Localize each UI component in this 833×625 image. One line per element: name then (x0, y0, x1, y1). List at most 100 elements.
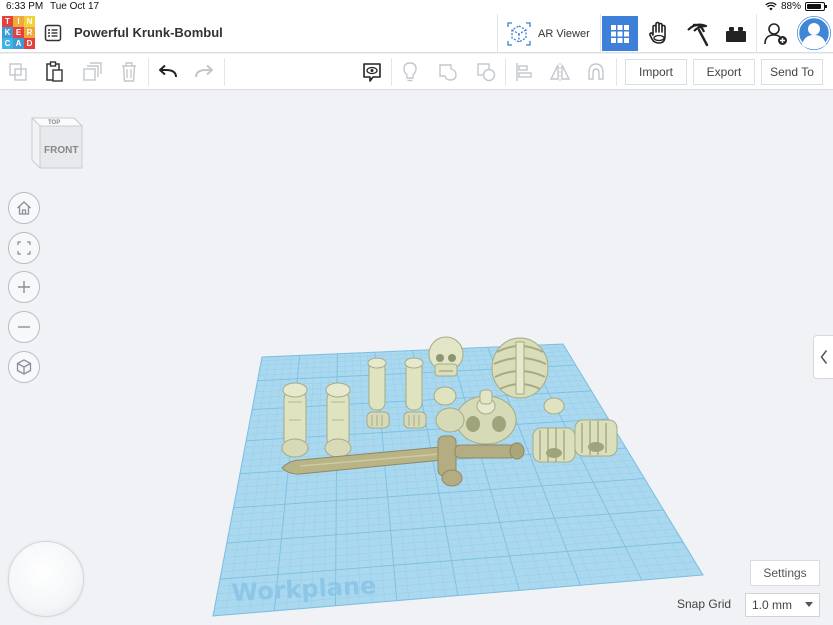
home-view-button[interactable] (8, 192, 40, 224)
copy-button[interactable] (6, 60, 30, 84)
user-avatar[interactable] (797, 16, 831, 50)
design-menu-icon[interactable] (44, 24, 62, 42)
3d-scene[interactable]: Workplane (0, 90, 833, 625)
leg-bone-1[interactable] (281, 382, 309, 458)
toolbar-divider (148, 58, 149, 86)
home-icon (17, 201, 31, 215)
snap-grid-select[interactable]: 1.0 mm (745, 593, 820, 617)
logo-letter: T (2, 16, 13, 27)
toolbar-divider (391, 58, 392, 86)
settings-button[interactable]: Settings (750, 560, 820, 586)
status-time: 6:33 PM (6, 1, 44, 12)
status-date: Tue Oct 17 (50, 1, 100, 12)
bricks-icon (726, 26, 746, 42)
status-right: 88% (765, 1, 827, 12)
edit-toolbar: Import Export Send To (0, 54, 833, 90)
cruise-button[interactable] (584, 60, 608, 84)
app-header: TINKERCAD Powerful Krunk-Bombul AR Viewe… (0, 14, 833, 53)
chevron-left-icon (820, 350, 827, 364)
export-button[interactable]: Export (693, 59, 755, 85)
redo-icon (195, 64, 213, 78)
paste-icon (46, 61, 63, 82)
duplicate-icon (83, 62, 102, 81)
orbit-joystick[interactable] (8, 541, 84, 617)
logo-letter: R (24, 27, 35, 38)
show-all-button[interactable] (398, 60, 422, 84)
ar-viewer-label: AR Viewer (538, 28, 590, 40)
avatar-person-icon (797, 16, 831, 50)
design-workspace[interactable]: Workplane TOP FRONT Settings Snap Grid 1… (0, 90, 833, 625)
bricks-lab-button[interactable] (679, 16, 715, 51)
hand-2[interactable] (574, 419, 618, 457)
pickaxe-icon (687, 23, 709, 46)
ar-cube-icon (507, 22, 531, 46)
mirror-button[interactable] (548, 60, 572, 84)
header-divider (756, 14, 757, 53)
logo-letter: E (13, 27, 24, 38)
view-cube-front-label[interactable]: FRONT (44, 145, 78, 156)
notes-button[interactable] (360, 60, 384, 84)
cube-outline-icon (16, 359, 32, 375)
speech-eye-icon (363, 63, 381, 82)
ribcage[interactable] (491, 337, 549, 399)
mirror-icon (549, 63, 571, 81)
hand-1[interactable] (532, 427, 576, 463)
grid-view-icon (611, 24, 629, 43)
tinkercad-logo[interactable]: TINKERCAD (2, 16, 35, 50)
lightbulb-icon (403, 62, 417, 82)
paste-button[interactable] (42, 60, 66, 84)
send-to-button[interactable]: Send To (761, 59, 823, 85)
logo-letter: A (13, 38, 24, 49)
battery-percent: 88% (780, 1, 801, 12)
bricks-button[interactable] (718, 16, 754, 51)
duplicate-button[interactable] (80, 60, 104, 84)
zoom-out-button[interactable] (8, 311, 40, 343)
copy-icon (9, 63, 27, 81)
header-divider (497, 14, 498, 53)
hand-blocks-icon (649, 21, 666, 44)
status-bar: 6:33 PM Tue Oct 17 88% (0, 0, 833, 14)
logo-letter: C (2, 38, 13, 49)
group-icon (439, 64, 457, 81)
trash-icon (122, 62, 136, 82)
chevron-down-icon (805, 602, 813, 607)
view-cube[interactable]: TOP FRONT (24, 112, 88, 174)
logo-letter: D (24, 38, 35, 49)
logo-letter: K (2, 27, 13, 38)
3d-design-view-button[interactable] (602, 16, 638, 51)
toolbar-divider (616, 58, 617, 86)
leg-bone-2[interactable] (324, 382, 352, 458)
header-divider (600, 14, 601, 53)
add-user-icon (764, 22, 787, 45)
toolbar-divider (505, 58, 506, 86)
minus-icon (18, 326, 30, 328)
design-title[interactable]: Powerful Krunk-Bombul (74, 25, 223, 40)
shapes-panel-toggle[interactable] (813, 335, 833, 379)
blocks-view-button[interactable] (641, 16, 677, 51)
undo-icon (159, 64, 177, 78)
ar-viewer-button[interactable]: AR Viewer (506, 20, 590, 48)
battery-icon (805, 2, 827, 11)
shoulder-joint-2[interactable] (543, 397, 565, 415)
ungroup-button[interactable] (474, 60, 498, 84)
delete-button[interactable] (117, 60, 141, 84)
group-button[interactable] (436, 60, 460, 84)
snap-grid-value: 1.0 mm (752, 598, 793, 612)
logo-letter: N (24, 16, 35, 27)
invite-user-button[interactable] (758, 16, 794, 51)
toolbar-divider (224, 58, 225, 86)
snap-grid-label: Snap Grid (677, 597, 732, 611)
undo-button[interactable] (156, 60, 180, 84)
ungroup-icon (477, 63, 496, 82)
fit-view-button[interactable] (8, 232, 40, 264)
plus-icon (18, 281, 30, 293)
magnet-icon (588, 63, 604, 80)
perspective-toggle-button[interactable] (8, 351, 40, 383)
redo-button[interactable] (192, 60, 216, 84)
zoom-in-button[interactable] (8, 271, 40, 303)
view-cube-top-label[interactable]: TOP (48, 120, 60, 126)
wifi-icon (765, 2, 777, 11)
align-button[interactable] (512, 60, 536, 84)
fit-view-icon (17, 241, 31, 255)
import-button[interactable]: Import (625, 59, 687, 85)
